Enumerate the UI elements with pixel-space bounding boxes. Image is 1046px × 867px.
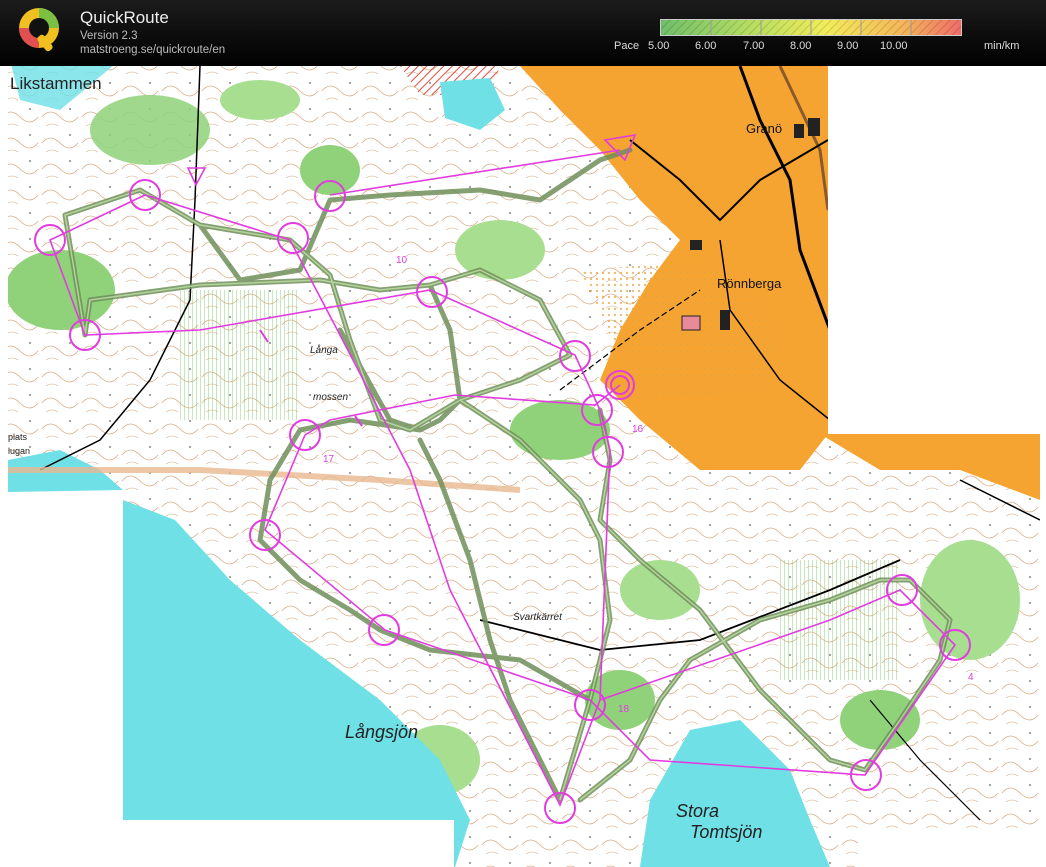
pace-tick-5: 5.00 [648, 40, 670, 52]
label-grano: Granö [746, 121, 782, 136]
quickroute-logo-icon [19, 8, 59, 52]
label-ronnberga: Rönnberga [717, 276, 782, 291]
label-fragment: plats [8, 432, 28, 442]
app-title: QuickRoute [80, 8, 169, 27]
pace-tick-7: 7.00 [743, 40, 765, 52]
pace-tick-6: 6.00 [695, 40, 717, 52]
pace-tick-8: 8.00 [790, 40, 812, 52]
map-content: Likstammen Granö Rönnberga Långa mossen … [8, 66, 1040, 867]
label-langsjon: Långsjön [345, 722, 418, 742]
control-number: 17 [323, 454, 335, 465]
pace-tick-10: 10.00 [880, 40, 908, 52]
app-url: matstroeng.se/quickroute/en [80, 44, 226, 56]
app-version: Version 2.3 [80, 30, 138, 42]
label-fragment: lugan [8, 446, 30, 456]
label-mossen: mossen [313, 392, 348, 403]
orienteering-map[interactable]: Likstammen Granö Rönnberga Långa mossen … [0, 66, 1046, 867]
forest-patch [8, 250, 115, 330]
pace-unit: min/km [984, 40, 1020, 52]
app-header: QuickRoute Version 2.3 matstroeng.se/qui… [0, 0, 1046, 66]
label-tomtsjon: Tomtsjön [690, 822, 762, 842]
control-number: 4 [968, 672, 974, 683]
label-stora: Stora [676, 801, 719, 821]
control-number: 16 [632, 424, 644, 435]
pace-label: Pace [614, 40, 640, 52]
label-langa: Långa [310, 344, 338, 356]
label-svartkarret: Svartkärret [513, 612, 563, 623]
control-number: 18 [618, 704, 630, 715]
pace-color-scale [660, 19, 962, 36]
label-likstammen: Likstammen [10, 74, 102, 93]
control-number: 10 [396, 255, 408, 266]
pace-tick-9: 9.00 [837, 40, 859, 52]
